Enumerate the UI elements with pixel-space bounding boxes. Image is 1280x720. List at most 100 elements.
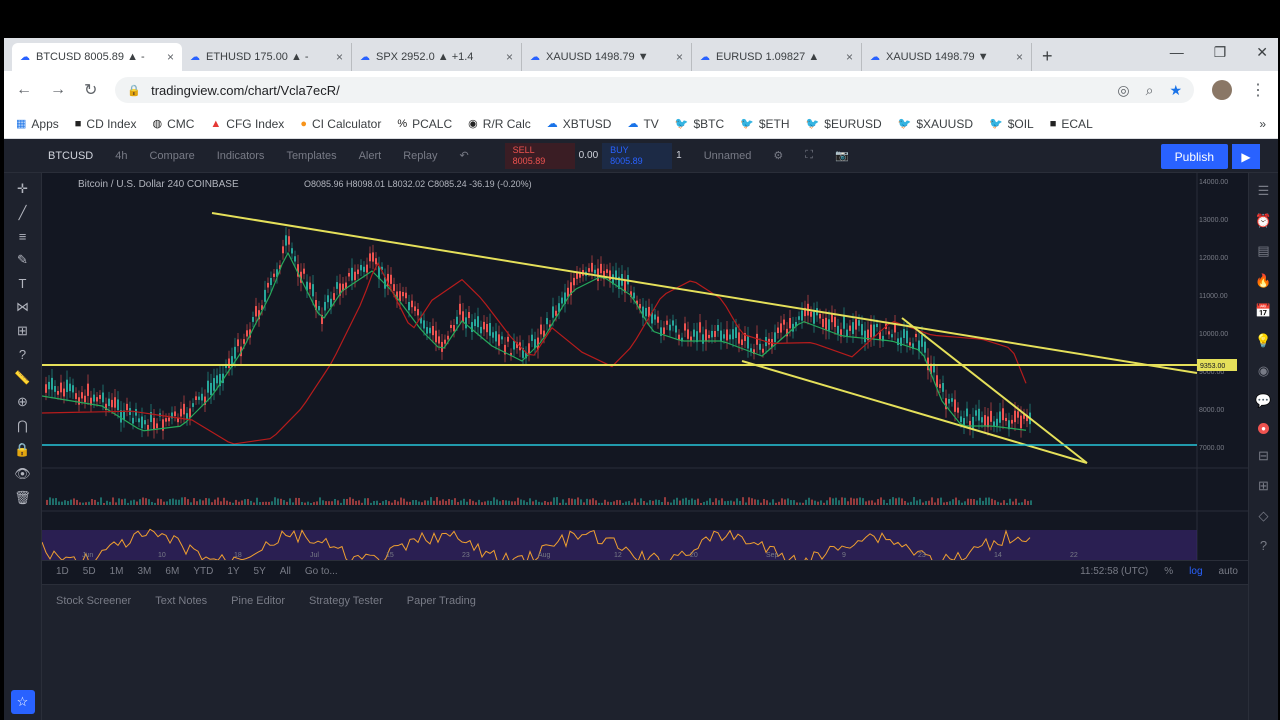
bookmark-btc[interactable]: 🐦 $BTC — [675, 117, 724, 131]
settings-icon[interactable]: ⚙ — [773, 149, 783, 162]
tf-3m[interactable]: 3M — [138, 566, 152, 577]
tab-stock-screener[interactable]: Stock Screener — [56, 595, 131, 607]
fullscreen-icon[interactable]: ⛶ — [805, 149, 813, 162]
bookmark-xauusd[interactable]: 🐦 $XAUUSD — [898, 117, 973, 131]
text-tool-icon[interactable]: T — [19, 276, 27, 291]
zoom-in-icon[interactable]: ⊕ — [17, 394, 28, 410]
help-center-icon[interactable]: ? — [1260, 538, 1267, 553]
new-tab-button[interactable]: + — [1042, 46, 1053, 67]
bookmark-tv[interactable]: ☁ TV — [627, 117, 658, 131]
close-tab-icon[interactable]: × — [1016, 50, 1023, 64]
close-window-icon[interactable]: ✕ — [1256, 44, 1268, 61]
bookmark-rr-calc[interactable]: ◉ R/R Calc — [468, 117, 531, 131]
close-tab-icon[interactable]: × — [676, 50, 683, 64]
goto-date-button[interactable]: Go to... — [305, 566, 338, 577]
bookmark-eth[interactable]: 🐦 $ETH — [740, 117, 789, 131]
auto-scale-toggle[interactable]: auto — [1219, 566, 1238, 577]
tf-all[interactable]: All — [280, 566, 291, 577]
replay-button[interactable]: Replay — [403, 150, 437, 162]
bookmark-pcalc[interactable]: % PCALC — [397, 117, 452, 131]
data-window-icon[interactable]: ▤ — [1257, 243, 1269, 259]
close-tab-icon[interactable]: × — [167, 50, 174, 64]
chat-icon[interactable]: 💬 — [1255, 393, 1271, 409]
streams-icon[interactable]: ◉ — [1258, 363, 1269, 379]
tf-6m[interactable]: 6M — [165, 566, 179, 577]
alerts-icon[interactable]: ⏰ — [1255, 213, 1271, 229]
eye-icon[interactable]: 👁 — [14, 466, 31, 482]
indicators-button[interactable]: Indicators — [217, 150, 265, 162]
help-icon[interactable]: ? — [19, 347, 26, 362]
undo-icon[interactable]: ↶ — [459, 149, 468, 162]
back-icon[interactable]: ← — [16, 81, 32, 99]
pattern-icon[interactable]: ⋈ — [16, 299, 29, 315]
tf-1d[interactable]: 1D — [56, 566, 69, 577]
location-icon[interactable]: ◎ — [1117, 82, 1129, 99]
magnet-icon[interactable]: ⋂ — [17, 418, 28, 434]
bookmark-apps[interactable]: ▦ Apps — [16, 117, 59, 131]
hotlist-icon[interactable]: 🔥 — [1255, 273, 1271, 289]
price-chart[interactable]: Bitcoin / U.S. Dollar 240 COINBASE O8085… — [42, 173, 1248, 560]
dom-icon[interactable]: ⊞ — [1258, 478, 1269, 494]
favorites-star-icon[interactable]: ☆ — [10, 690, 35, 714]
brush-icon[interactable]: ✎ — [17, 252, 28, 268]
minimize-icon[interactable]: — — [1170, 44, 1184, 61]
url-field[interactable]: 🔒 tradingview.com/chart/Vcla7ecR/ ◎ ⌕ ★ — [115, 77, 1194, 103]
close-tab-icon[interactable]: × — [336, 50, 343, 64]
avatar[interactable] — [1212, 80, 1232, 100]
bookmark-cfg-index[interactable]: ▲ CFG Index — [210, 117, 284, 131]
publish-button[interactable]: Publish — [1160, 144, 1228, 169]
notification-badge[interactable]: ● — [1258, 423, 1269, 434]
percent-scale-toggle[interactable]: % — [1164, 566, 1173, 577]
bookmark-ci-calculator[interactable]: ● CI Calculator — [300, 117, 381, 131]
reload-icon[interactable]: ↻ — [84, 80, 97, 100]
snapshot-icon[interactable]: 📷 — [835, 149, 849, 162]
tab-pine-editor[interactable]: Pine Editor — [231, 595, 285, 607]
ruler-icon[interactable]: 📏 — [14, 370, 30, 386]
bookmark-cmc[interactable]: ◍ CMC — [152, 117, 194, 131]
tab-paper-trading[interactable]: Paper Trading — [407, 595, 476, 607]
crosshair-icon[interactable]: ✛ — [17, 181, 28, 197]
tf-ytd[interactable]: YTD — [193, 566, 213, 577]
close-tab-icon[interactable]: × — [846, 50, 853, 64]
templates-button[interactable]: Templates — [286, 150, 336, 162]
tab-strategy-tester[interactable]: Strategy Tester — [309, 595, 383, 607]
bookmark-star-icon[interactable]: ★ — [1169, 82, 1182, 99]
bookmarks-overflow-icon[interactable]: » — [1259, 117, 1266, 131]
symbol-search[interactable]: BTCUSD — [48, 150, 93, 162]
prediction-icon[interactable]: ⊞ — [17, 323, 28, 339]
tf-5y[interactable]: 5Y — [254, 566, 266, 577]
sell-button[interactable]: SELL 8005.89 — [504, 142, 575, 169]
browser-tab-eurusd[interactable]: ☁ EURUSD 1.09827 ▲ × — [692, 43, 862, 71]
bookmark-oil[interactable]: 🐦 $OIL — [989, 117, 1034, 131]
layout-name[interactable]: Unnamed — [704, 150, 752, 162]
log-scale-toggle[interactable]: log — [1189, 566, 1202, 577]
tab-text-notes[interactable]: Text Notes — [155, 595, 207, 607]
object-tree-icon[interactable]: ◇ — [1259, 508, 1269, 524]
order-panel-icon[interactable]: ⊟ — [1258, 448, 1269, 464]
trendline-icon[interactable]: ╱ — [19, 205, 27, 221]
calendar-icon[interactable]: 📅 — [1255, 303, 1271, 319]
fib-icon[interactable]: ≡ — [19, 229, 27, 244]
forward-icon[interactable]: → — [50, 81, 66, 99]
browser-tab-xauusd-2[interactable]: ☁ XAUUSD 1498.79 ▼ × — [862, 43, 1032, 71]
trash-icon[interactable]: 🗑 — [14, 490, 31, 506]
play-icon[interactable]: ▶ — [1232, 144, 1260, 169]
browser-tab-btcusd[interactable]: ☁ BTCUSD 8005.89 ▲ - × — [12, 43, 182, 71]
tf-1y[interactable]: 1Y — [227, 566, 239, 577]
tf-1m[interactable]: 1M — [110, 566, 124, 577]
tf-5d[interactable]: 5D — [83, 566, 96, 577]
menu-icon[interactable]: ⋮ — [1250, 80, 1266, 100]
browser-tab-xauusd[interactable]: ☁ XAUUSD 1498.79 ▼ × — [522, 43, 692, 71]
quantity-field[interactable]: 1 — [676, 150, 682, 161]
alert-button[interactable]: Alert — [359, 150, 382, 162]
watchlist-icon[interactable]: ☰ — [1258, 183, 1270, 199]
browser-tab-spx[interactable]: ☁ SPX 2952.0 ▲ +1.4 × — [352, 43, 522, 71]
zoom-icon[interactable]: ⌕ — [1146, 82, 1154, 99]
browser-tab-ethusd[interactable]: ☁ ETHUSD 175.00 ▲ - × — [182, 43, 352, 71]
compare-button[interactable]: Compare — [149, 150, 194, 162]
bookmark-cd-index[interactable]: ■ CD Index — [75, 117, 137, 131]
close-tab-icon[interactable]: × — [506, 50, 513, 64]
bookmark-eurusd[interactable]: 🐦 $EURUSD — [806, 117, 882, 131]
ideas-icon[interactable]: 💡 — [1255, 333, 1271, 349]
restore-icon[interactable]: ❐ — [1214, 44, 1227, 61]
